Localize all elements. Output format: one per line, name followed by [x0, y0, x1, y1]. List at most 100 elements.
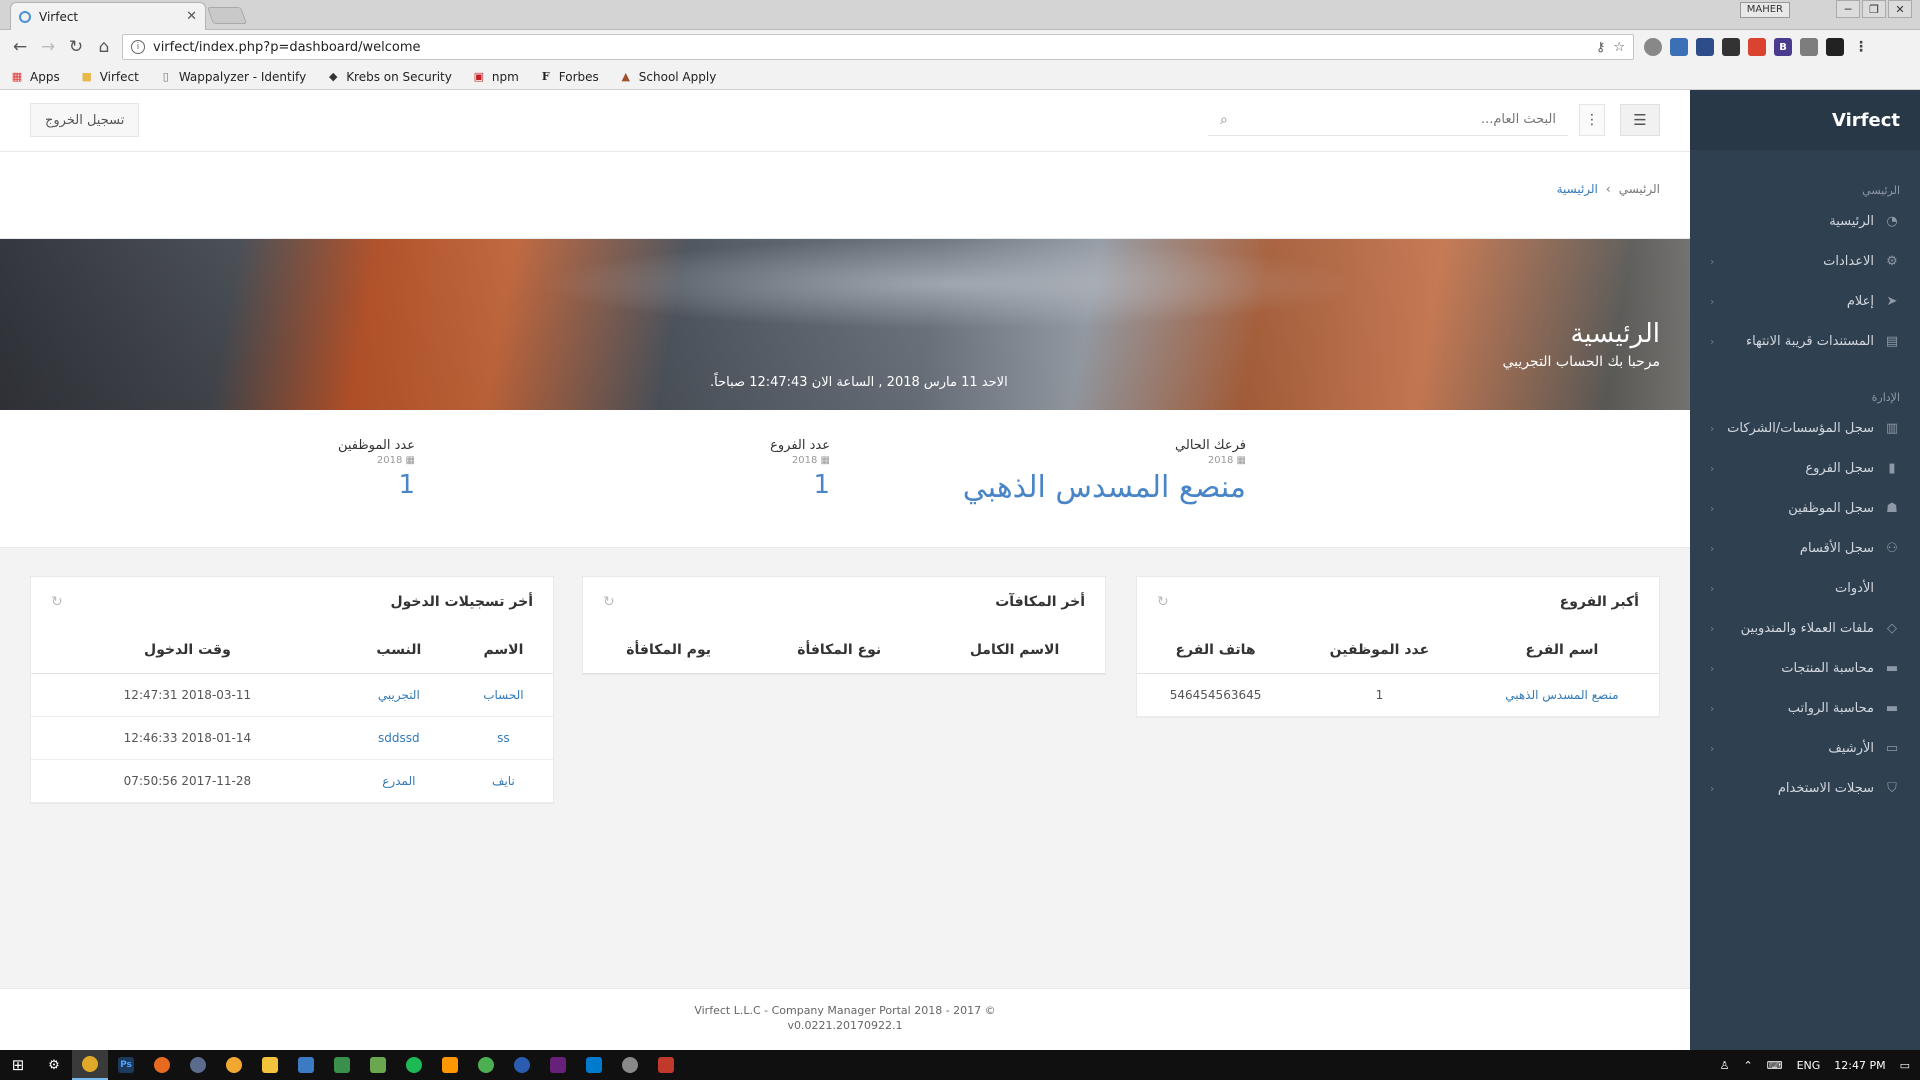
language-indicator[interactable]: ENG [1797, 1059, 1821, 1072]
people-icon[interactable]: ♙ [1720, 1059, 1730, 1072]
profile-chip[interactable]: MAHER [1739, 2, 1790, 18]
column-header[interactable]: يوم المكافأة [583, 627, 755, 674]
sidebar-item-employees[interactable]: ☗ سجل الموظفين ‹ [1690, 488, 1920, 528]
sidebar-item-expiring-docs[interactable]: ▤ المستندات قريبة الانتهاء ‹ [1690, 321, 1920, 361]
column-header[interactable]: وقت الدخول [31, 627, 344, 674]
taskbar-sublime[interactable] [432, 1050, 468, 1080]
extension-icon[interactable]: B [1774, 38, 1792, 56]
keyboard-icon[interactable]: ⌨ [1767, 1059, 1783, 1072]
refresh-icon[interactable]: ↻ [1157, 594, 1169, 610]
back-icon[interactable]: ← [6, 33, 34, 61]
restore-icon[interactable]: ❐ [1862, 0, 1886, 18]
sidebar-item-tools[interactable]: الأدوات ‹ [1690, 568, 1920, 608]
address-bar[interactable]: i virfect/index.php?p=dashboard/welcome … [122, 34, 1634, 60]
extension-icon[interactable] [1644, 38, 1662, 56]
home-icon[interactable]: ⌂ [90, 33, 118, 61]
url-text[interactable]: virfect/index.php?p=dashboard/welcome [153, 40, 1588, 55]
close-window-icon[interactable]: ✕ [1888, 0, 1912, 18]
bookmark-school-apply[interactable]: ▲ School Apply [619, 70, 717, 84]
breadcrumb-current[interactable]: الرئيسية [1557, 182, 1598, 196]
menu-toggle-button[interactable]: ☰ [1620, 104, 1660, 136]
clock[interactable]: 12:47 PM [1834, 1059, 1885, 1072]
taskbar-firefox[interactable] [144, 1050, 180, 1080]
sidebar-item-home[interactable]: ◔ الرئيسية [1690, 201, 1920, 241]
refresh-icon[interactable]: ↻ [51, 594, 63, 610]
taskbar-app[interactable] [288, 1050, 324, 1080]
extension-icon[interactable] [1696, 38, 1714, 56]
windows-start-icon[interactable]: ⊞ [0, 1050, 36, 1080]
info-icon[interactable]: i [131, 40, 145, 54]
bookmark-wappalyzer[interactable]: ▯ Wappalyzer - Identify [159, 70, 306, 84]
taskbar-spotify[interactable] [396, 1050, 432, 1080]
sidebar-item-products-accounting[interactable]: ▬ محاسبة المنتجات ‹ [1690, 648, 1920, 688]
extension-icon[interactable] [1670, 38, 1688, 56]
sidebar-item-settings[interactable]: ⚙ الاعدادات ‹ [1690, 241, 1920, 281]
bookmark-forbes[interactable]: F Forbes [539, 70, 599, 84]
taskbar-vscode[interactable] [576, 1050, 612, 1080]
column-header[interactable]: الاسم الكامل [924, 627, 1105, 674]
sidebar-item-salaries[interactable]: ▬ محاسبة الرواتب ‹ [1690, 688, 1920, 728]
bookmark-krebs[interactable]: ◆ Krebs on Security [326, 70, 452, 84]
column-header[interactable]: الاسم [453, 627, 553, 674]
logout-button[interactable]: تسجيل الخروج [30, 103, 140, 137]
refresh-icon[interactable]: ↻ [603, 594, 615, 610]
taskbar-app[interactable] [180, 1050, 216, 1080]
sidebar-item-usage-logs[interactable]: ⛉ سجلات الاستخدام ‹ [1690, 768, 1920, 808]
breadcrumb-home[interactable]: الرئيسي [1619, 182, 1660, 196]
sidebar-item-departments[interactable]: ⚇ سجل الأقسام ‹ [1690, 528, 1920, 568]
taskbar-photoshop[interactable]: Ps [108, 1050, 144, 1080]
sidebar-item-archive[interactable]: ▭ الأرشيف ‹ [1690, 728, 1920, 768]
minimize-icon[interactable]: ─ [1836, 0, 1860, 18]
taskbar-visual-studio[interactable] [540, 1050, 576, 1080]
taskbar-app[interactable] [648, 1050, 684, 1080]
extension-icon[interactable] [1722, 38, 1740, 56]
user-name-link[interactable]: الحساب [453, 673, 553, 717]
new-tab-button[interactable] [206, 7, 248, 24]
user-name-link[interactable]: ss [453, 716, 553, 760]
search-icon[interactable]: ⌕ [1220, 112, 1228, 128]
app-icon [334, 1057, 350, 1073]
branch-name-link[interactable]: منصع المسدس الذهبي [1464, 673, 1659, 717]
extension-icon[interactable] [1800, 38, 1818, 56]
column-header[interactable]: هاتف الفرع [1137, 627, 1295, 674]
taskbar-settings[interactable]: ⚙ [36, 1050, 72, 1080]
sidebar-item-clients[interactable]: ◇ ملفات العملاء والمندوبين ‹ [1690, 608, 1920, 648]
user-surname-link[interactable]: المدرع [343, 759, 454, 803]
column-header[interactable]: النسب [343, 627, 454, 674]
wallet-icon: ▬ [1885, 700, 1899, 716]
reload-icon[interactable]: ↻ [62, 33, 90, 61]
search-input[interactable] [1235, 112, 1556, 127]
key-icon[interactable]: ⚷ [1596, 40, 1606, 55]
column-header[interactable]: نوع المكافأة [754, 627, 925, 674]
browser-tab[interactable]: Virfect ✕ [10, 2, 206, 30]
more-options-button[interactable]: ⋮ [1579, 104, 1605, 136]
column-header[interactable]: عدد الموظفين [1294, 627, 1465, 674]
notifications-icon[interactable]: ▭ [1900, 1059, 1910, 1072]
sidebar-item-branches[interactable]: ▮ سجل الفروع ‹ [1690, 448, 1920, 488]
user-surname-link[interactable]: sddssd [343, 716, 454, 760]
extension-icon[interactable] [1826, 38, 1844, 56]
taskbar-explorer[interactable] [252, 1050, 288, 1080]
taskbar-app[interactable] [360, 1050, 396, 1080]
menu-icon[interactable]: ⋮ [1852, 38, 1870, 56]
taskbar-app[interactable] [504, 1050, 540, 1080]
forward-icon[interactable]: → [34, 33, 62, 61]
bookmark-virfect[interactable]: ■ Virfect [80, 70, 139, 84]
user-surname-link[interactable]: التجريبي [343, 673, 454, 717]
chevron-up-icon[interactable]: ⌃ [1743, 1059, 1752, 1072]
sidebar-item-notify[interactable]: ➤ إعلام ‹ [1690, 281, 1920, 321]
taskbar-app[interactable] [612, 1050, 648, 1080]
bookmark-npm[interactable]: ▣ npm [472, 70, 519, 84]
taskbar-app[interactable] [216, 1050, 252, 1080]
extension-icon[interactable] [1748, 38, 1766, 56]
user-name-link[interactable]: نايف [453, 759, 553, 803]
column-header[interactable]: اسم الفرع [1464, 627, 1659, 674]
taskbar-app[interactable] [324, 1050, 360, 1080]
sidebar-item-companies[interactable]: ▥ سجل المؤسسات/الشركات ‹ [1690, 408, 1920, 448]
close-icon[interactable]: ✕ [186, 9, 197, 24]
star-icon[interactable]: ☆ [1613, 40, 1625, 55]
bookmark-apps[interactable]: ▦ Apps [10, 70, 60, 84]
taskbar-app[interactable] [468, 1050, 504, 1080]
taskbar-chrome[interactable] [72, 1050, 108, 1080]
brand-logo[interactable]: Virfect [1690, 90, 1920, 150]
